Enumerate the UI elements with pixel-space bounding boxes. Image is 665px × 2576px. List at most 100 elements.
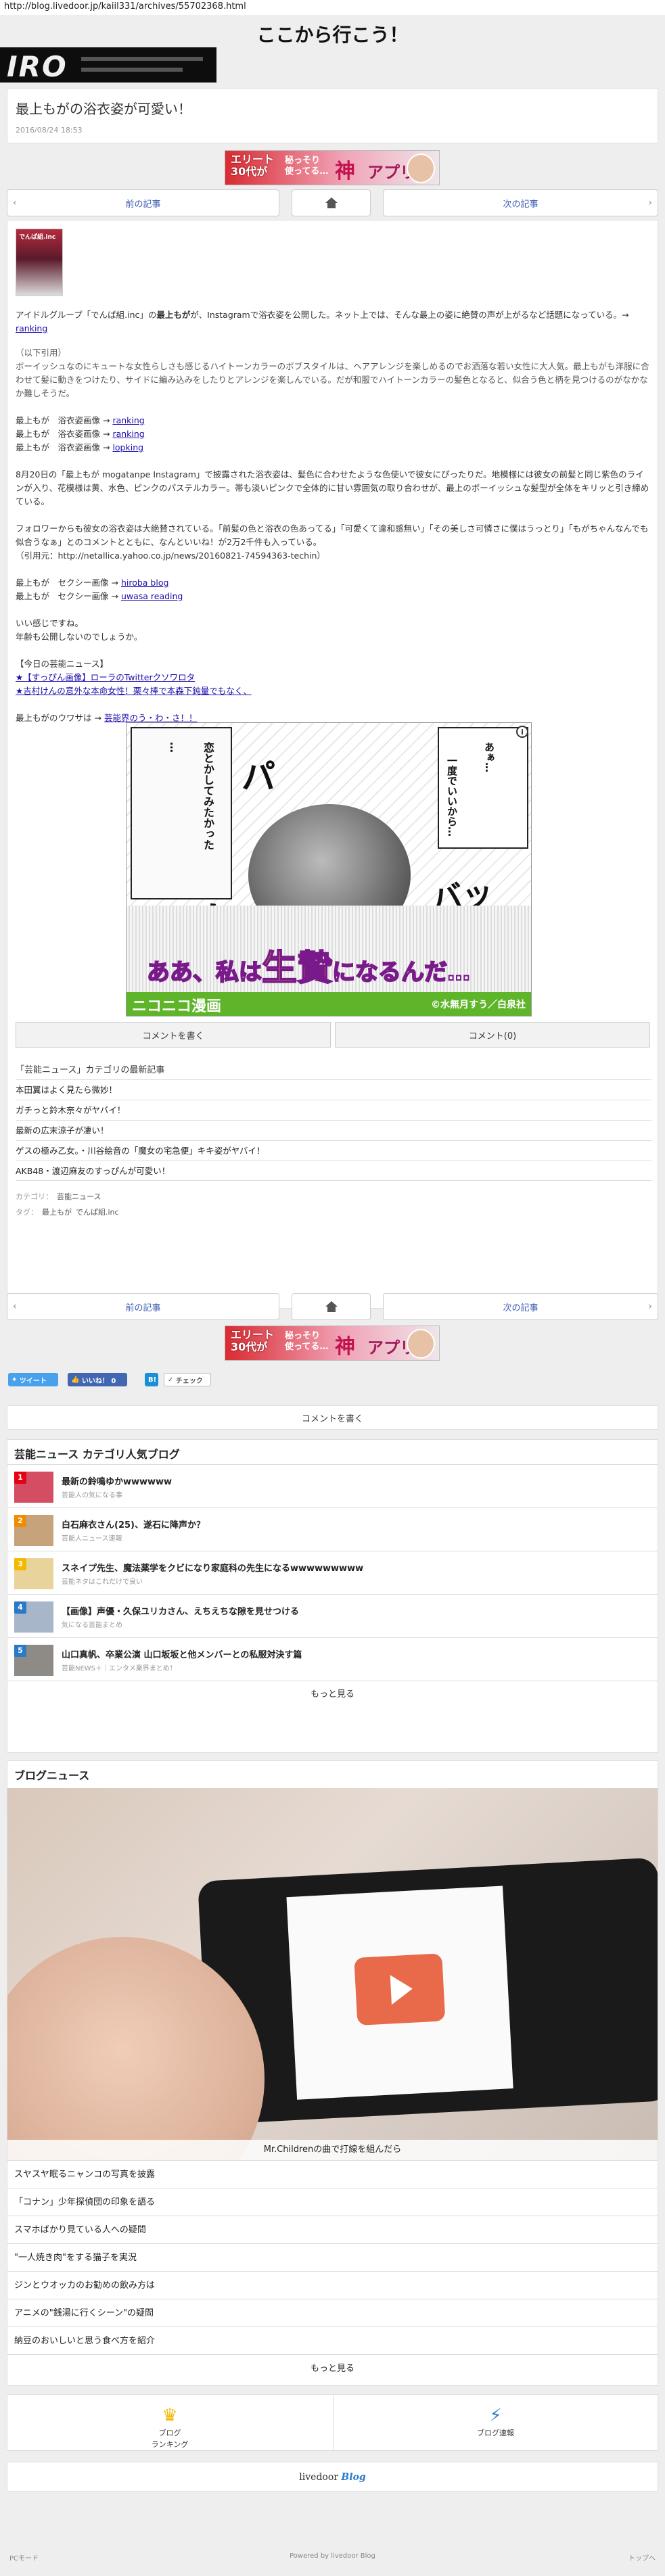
tag-link[interactable]: でんぱ組.inc xyxy=(76,1208,119,1217)
category-meta: カテゴリ： 芸能ニュース xyxy=(16,1192,101,1201)
banner-kami: 神 xyxy=(335,1335,355,1359)
next-article-button[interactable]: 次の記事 › xyxy=(383,189,658,216)
image-link[interactable]: lopking xyxy=(112,442,143,452)
news-hero-image[interactable]: Mr.Childrenの曲で打線を組んだら xyxy=(7,1788,658,2160)
image-link[interactable]: uwasa reading xyxy=(121,591,183,601)
followers-text: フォロワーからも彼女の浴衣姿は大絶賛されている。「前髪の色と浴衣の色あってる」「… xyxy=(16,523,649,547)
phone-screen xyxy=(286,1886,513,2100)
home-button[interactable] xyxy=(292,189,371,216)
next-article-button[interactable]: 次の記事 › xyxy=(383,1293,658,1320)
blog-news-item[interactable]: 納豆のおいしいと思う食べ方を紹介 xyxy=(7,2326,658,2354)
popular-blog-item[interactable]: 2 白石麻衣さん(25)、遂石に降声か？ 芸能人ニュース速報 xyxy=(7,1507,658,1551)
blog-logo-text: IRO xyxy=(7,50,68,83)
image-link-line: 最上もが セクシー画像 → hiroba blog xyxy=(16,578,169,588)
ad-banner-top[interactable]: エリート 30代が 秘っそり 使ってる… 神 アプリ xyxy=(225,150,440,185)
banner-face-image xyxy=(407,154,435,183)
blog-news-section: ブログニュース Mr.Childrenの曲で打線を組んだら スヤスヤ眠るニャンコ… xyxy=(7,1760,658,2386)
blog-logo[interactable]: IRO xyxy=(0,47,216,83)
home-icon xyxy=(325,1301,338,1312)
manga-sfx: パ xyxy=(242,757,275,797)
today-news: 【今日の芸能ニュース】 ★【すっぴん画像】ローラのTwitterクソワロタ ★吉… xyxy=(16,657,651,698)
image-link-line: 最上もが 浴衣姿画像 → ranking xyxy=(16,429,145,439)
blog-news-item[interactable]: スマホばかり見ている人への疑問 xyxy=(7,2216,658,2243)
blog-ranking-link[interactable]: ♛ ブログ ランキング xyxy=(7,2395,332,2452)
tweet-button[interactable]: ✦ ツイート xyxy=(8,1373,58,1386)
chevron-left-icon: ‹ xyxy=(13,1301,17,1312)
home-icon xyxy=(325,197,338,208)
ranking-link[interactable]: ranking xyxy=(16,323,47,333)
prev-article-button[interactable]: ‹ 前の記事 xyxy=(7,189,279,216)
crown-icon: ♛ xyxy=(162,2406,178,2426)
news-more-button[interactable]: もっと見る xyxy=(7,2354,658,2382)
mixi-check-button[interactable]: ✓ チェック xyxy=(164,1373,211,1386)
tag-link[interactable]: 最上もが xyxy=(42,1208,72,1217)
manga-ad[interactable]: 恋とかしてみたかった … あぁ… 一度でいいから… パ バク バッ ああ、私は生… xyxy=(126,722,532,1016)
article-paragraph: 8月20日の「最上もが mogatanpe Instagram」で披露された浴衣… xyxy=(16,469,649,507)
blog-speed-label: ブログ速報 xyxy=(477,2429,514,2437)
popular-blogs-title: 芸能ニュース カテゴリ人気ブログ xyxy=(14,1448,180,1461)
rumor-link[interactable]: 芸能界のう・わ・さ！！ xyxy=(104,713,198,723)
article-line: 年齢も公開しないのでしょうか。 xyxy=(16,632,143,642)
facebook-like-button[interactable]: 👍 いいね！ 0 xyxy=(68,1373,127,1386)
banner-text: エリート 30代が xyxy=(231,153,275,178)
popular-blog-item[interactable]: 4 【画像】声優・久保ユリカさん、えちえちな隙を見せつける 気になる芸能まとめ xyxy=(7,1594,658,1637)
popular-blog-source: 気になる芸能まとめ xyxy=(62,1622,122,1629)
powered-by: Powered by livedoor Blog xyxy=(290,2552,375,2560)
ad-banner-bottom[interactable]: エリート 30代が 秘っそり 使ってる… 神 アプリ xyxy=(225,1326,440,1361)
manga-brand-bar: ニコニコ漫画 ©水無月すう／白泉社 xyxy=(127,992,531,1016)
blog-news-title: ブログニュース xyxy=(14,1769,90,1782)
rank-badge: 5 xyxy=(14,1645,26,1657)
blog-news-item[interactable]: "一人焼き肉"をする猫子を実況 xyxy=(7,2243,658,2271)
page-footer: PCモード Powered by livedoor Blog トップへ xyxy=(0,2543,665,2570)
latest-article-item[interactable]: 本田翼はよく見たら微妙！ xyxy=(16,1079,651,1100)
popular-blog-item[interactable]: 5 山口真帆、卒業公演 山口坂坂と他メンバーとの私服対決す篇 芸能NEWS＋｜エ… xyxy=(7,1637,658,1681)
article-title-card: 最上もがの浴衣姿が可愛い！ 2016/08/24 18:53 xyxy=(7,88,658,143)
ad-info-icon[interactable]: i xyxy=(516,726,528,738)
popular-blogs-section: 芸能ニュース カテゴリ人気ブログ 1 最新の鈴鳴ゆかwwwwww 芸能人の気にな… xyxy=(7,1439,658,1753)
write-comment-button-2[interactable]: コメントを書く xyxy=(7,1405,658,1430)
livedoor-blog-logo[interactable]: livedoor Blog xyxy=(7,2462,658,2491)
image-link[interactable]: hiroba blog xyxy=(121,578,168,588)
image-link[interactable]: ranking xyxy=(112,429,144,439)
blog-news-list: スヤスヤ眠るニャンコの写真を披露 「コナン」少年探偵団の印象を語る スマホばかり… xyxy=(7,2160,658,2382)
hatena-bookmark-button[interactable]: B! xyxy=(145,1373,158,1386)
today-news-heading: 【今日の芸能ニュース】 xyxy=(16,659,108,669)
banner-text: 秘っそり 使ってる… xyxy=(285,156,329,177)
category-link[interactable]: 芸能ニュース xyxy=(57,1192,101,1201)
latest-article-item[interactable]: ガチっと鈴木奈々がヤバイ！ xyxy=(16,1100,651,1120)
manga-speech: … xyxy=(168,742,181,753)
popular-more-button[interactable]: もっと見る xyxy=(7,1681,658,1708)
popular-blog-source: 芸能ネタはこれだけで良い xyxy=(62,1578,143,1586)
write-comment-button[interactable]: コメントを書く xyxy=(16,1022,331,1048)
blog-news-item[interactable]: ジンとウオッカのお勧めの飲み方は xyxy=(7,2271,658,2299)
latest-article-item[interactable]: 最新の広末涼子が凄い！ xyxy=(16,1120,651,1140)
back-to-top-link[interactable]: トップへ xyxy=(628,2552,656,2562)
latest-article-item[interactable]: ゲスの極み乙女。・川谷絵音の「魔女の宅急便」キキ姿がヤバイ！ xyxy=(16,1140,651,1161)
article-line: いい感じですね。 xyxy=(16,618,84,628)
image-link[interactable]: ranking xyxy=(112,415,144,425)
today-news-link[interactable]: ★【すっぴん画像】ローラのTwitterクソワロタ xyxy=(16,672,195,682)
popular-blog-item[interactable]: 1 最新の鈴鳴ゆかwwwwww 芸能人の気になる事 xyxy=(7,1464,658,1507)
blog-news-item[interactable]: スヤスヤ眠るニャンコの写真を披露 xyxy=(7,2160,658,2188)
manga-speech: 一度でいいから… xyxy=(446,755,458,837)
blog-ranking-label: ブログ xyxy=(158,2429,181,2437)
news-hero-caption: Mr.Childrenの曲で打線を組んだら xyxy=(7,2140,658,2160)
blog-news-item[interactable]: アニメの"銭湯に行くシーン"の疑問 xyxy=(7,2299,658,2326)
blog-news-item[interactable]: 「コナン」少年探偵団の印象を語る xyxy=(7,2188,658,2216)
tag-meta: タグ： 最上もが でんぱ組.inc xyxy=(16,1208,119,1217)
latest-article-item[interactable]: AKB48・渡辺麻友のすっぴんが可愛い！ xyxy=(16,1161,651,1181)
thumbnail-caption: でんぱ組.inc xyxy=(19,234,56,241)
home-button[interactable] xyxy=(292,1293,371,1320)
blog-ranking-label: ランキング xyxy=(151,2440,189,2449)
youtube-play-icon xyxy=(354,1953,446,2025)
prev-article-button[interactable]: ‹ 前の記事 xyxy=(7,1293,279,1320)
today-news-link[interactable]: ★吉村けんの意外な本命女性！栗々棒で本森下鈍量でもなく、 xyxy=(16,686,252,696)
article-body: アイドルグループ「でんぱ組.inc」の最上もがが、Instagramで浴衣姿を公… xyxy=(16,308,651,725)
article-thumbnail[interactable]: でんぱ組.inc xyxy=(16,229,63,296)
popular-blog-item[interactable]: 3 スネイプ先生、魔法薬学をクビになり家庭科の先生になるwwwwwwwww 芸能… xyxy=(7,1551,658,1594)
blog-speed-link[interactable]: ⚡ ブログ速報 xyxy=(333,2395,658,2452)
address-bar[interactable]: http://blog.livedoor.jp/kaiil331/archive… xyxy=(0,0,665,15)
comment-count-button[interactable]: コメント(0) xyxy=(335,1022,650,1048)
banner-text: 秘っそり 使ってる… xyxy=(285,1331,329,1352)
like-icon: 👍 xyxy=(71,1376,82,1384)
